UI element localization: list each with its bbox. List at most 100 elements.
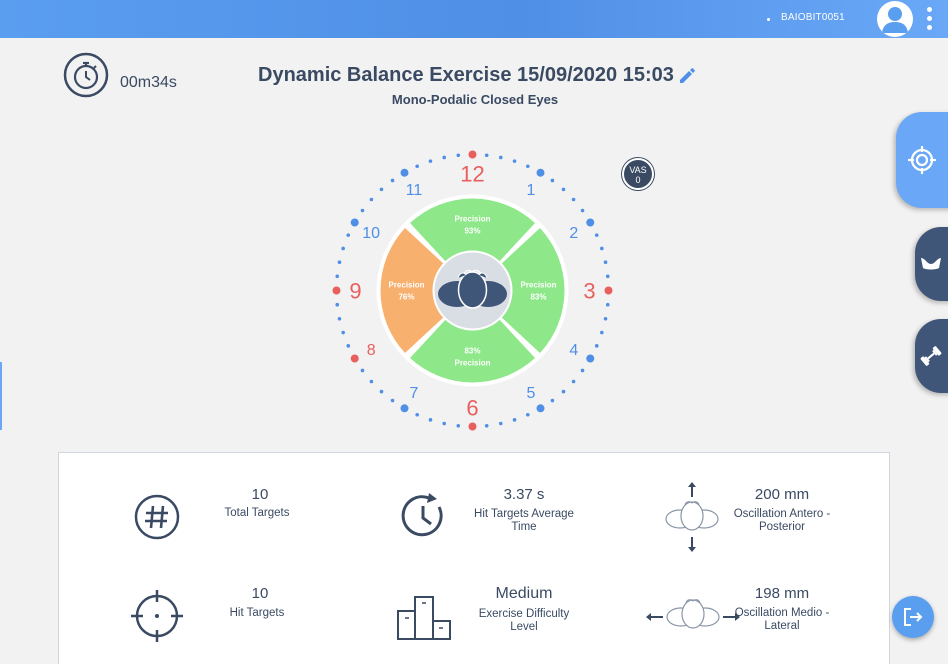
timer-reset-icon <box>401 493 443 537</box>
hour-dot <box>350 218 359 227</box>
total-targets-label: Total Targets <box>224 507 290 519</box>
hour-dot <box>468 150 477 159</box>
left-edge-marker <box>0 362 2 430</box>
side-tab-target[interactable] <box>896 112 948 208</box>
minute-dot <box>456 153 461 158</box>
minute-dot <box>561 389 566 394</box>
vas-badge[interactable]: VAS 0 <box>622 158 654 190</box>
hour-dot <box>468 422 477 431</box>
medio-lateral-label: Oscillation Medio - Lateral <box>734 607 830 632</box>
minute-dot <box>550 398 555 403</box>
page-title-text: Dynamic Balance Exercise 15/09/2020 15:0… <box>258 64 674 86</box>
avg-time-value: 3.37 s <box>503 486 545 503</box>
minute-dot <box>600 246 604 251</box>
minute-dot <box>561 187 566 192</box>
hour-dot <box>586 354 595 363</box>
precision-left-value: 76% <box>398 293 414 302</box>
minute-dot <box>571 379 576 384</box>
clock-number-3: 3 <box>583 279 595 304</box>
minute-dot <box>512 159 517 163</box>
minute-dot <box>346 233 351 237</box>
minute-dot <box>484 423 489 428</box>
avg-time-label: Hit Targets Average Time <box>474 508 574 533</box>
page-subtitle: Mono-Podalic Closed Eyes <box>391 92 559 107</box>
user-id-label: BAIOBIT0051 <box>781 12 845 23</box>
precision-right-label: Precision <box>520 281 556 290</box>
minute-dot <box>603 316 608 321</box>
minute-dot <box>580 208 585 213</box>
elapsed-time: 00m34s <box>120 74 177 91</box>
minute-dot <box>341 246 345 251</box>
minute-dot <box>600 330 604 335</box>
side-tab-exercise[interactable] <box>915 319 948 393</box>
minute-dot <box>603 260 608 265</box>
minute-dot <box>360 368 365 373</box>
minute-dot <box>369 197 374 202</box>
hour-dot <box>350 354 359 363</box>
precision-left-label: Precision <box>388 281 424 290</box>
minute-dot <box>594 233 599 237</box>
user-avatar-icon[interactable] <box>877 1 913 37</box>
minute-dot <box>360 208 365 213</box>
hit-targets-value: 10 <box>251 585 269 602</box>
hit-targets-label: Hit Targets <box>229 607 285 619</box>
precision-clock: 121234567891011 Precision93%Precision83%… <box>332 150 613 431</box>
kebab-menu-icon[interactable] <box>924 3 934 35</box>
hour-dot <box>586 218 595 227</box>
clock-number-1: 1 <box>527 182 536 199</box>
minute-dot <box>498 421 503 426</box>
clock-number-10: 10 <box>362 225 380 242</box>
minute-dot <box>346 344 351 348</box>
minute-dot <box>550 178 555 183</box>
target-icon <box>908 146 936 174</box>
podium-icon <box>397 596 451 640</box>
clock-number-5: 5 <box>527 385 536 402</box>
minute-dot <box>337 316 342 321</box>
precision-top-value: 93% <box>464 227 480 236</box>
stats-panel: 10 Total Targets 3.37 s Hit Targets Aver… <box>58 452 890 664</box>
precision-bottom-label: Precision <box>454 359 490 368</box>
minute-dot <box>428 159 433 163</box>
minute-dot <box>484 153 489 158</box>
clock-number-4: 4 <box>569 342 578 359</box>
minute-dot <box>605 302 610 307</box>
antero-posterior-label: Oscillation Antero - Posterior <box>733 508 831 533</box>
dumbbell-icon <box>920 346 942 366</box>
minute-dot <box>512 418 517 422</box>
hour-dot <box>536 404 545 413</box>
side-tab-insole[interactable] <box>915 227 948 301</box>
minute-dot <box>379 187 384 192</box>
minute-dot <box>379 389 384 394</box>
minute-dot <box>580 368 585 373</box>
page-title: Dynamic Balance Exercise 15/09/2020 15:0… <box>258 64 697 90</box>
crosshair-icon <box>131 590 183 642</box>
minute-dot <box>605 274 610 279</box>
minute-dot <box>571 197 576 202</box>
stopwatch-icon <box>63 52 109 98</box>
minute-dot <box>442 421 447 426</box>
exit-icon <box>904 608 923 626</box>
hash-icon <box>134 494 180 540</box>
minute-dot <box>415 164 419 169</box>
medio-lateral-value: 198 mm <box>754 585 810 602</box>
hour-dot <box>604 286 613 295</box>
minute-dot <box>594 344 599 348</box>
antero-posterior-value: 200 mm <box>754 486 810 503</box>
edit-pencil-icon[interactable] <box>677 66 697 86</box>
precision-top-label: Precision <box>454 215 490 224</box>
minute-dot <box>456 423 461 428</box>
minute-dot <box>526 412 530 417</box>
precision-right-value: 83% <box>530 293 546 302</box>
clock-number-2: 2 <box>569 225 578 242</box>
minute-dot <box>390 398 395 403</box>
precision-bottom-value: 83% <box>464 347 480 356</box>
clock-number-8: 8 <box>367 342 376 359</box>
minute-dot <box>335 302 340 307</box>
total-targets-value: 10 <box>251 486 269 503</box>
clock-number-12: 12 <box>460 162 484 187</box>
exit-button[interactable] <box>892 596 934 638</box>
vas-value: 0 <box>635 175 641 185</box>
clock-number-11: 11 <box>406 182 423 199</box>
difficulty-label: Exercise Difficulty Level <box>478 608 570 633</box>
minute-dot <box>526 164 530 169</box>
